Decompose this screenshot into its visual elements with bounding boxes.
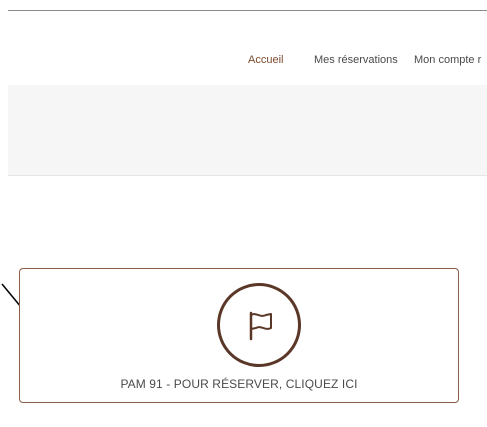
card-label: PAM 91 - POUR RÉSERVER, CLIQUEZ ICI [120, 377, 358, 391]
reservation-card[interactable]: PAM 91 - POUR RÉSERVER, CLIQUEZ ICI [19, 268, 459, 403]
top-divider [8, 10, 487, 11]
main-nav: Accueil Mes réservations Mon compte r [8, 36, 487, 87]
header-bar: Accueil Mes réservations Mon compte r [8, 36, 487, 87]
flag-icon-circle [217, 283, 301, 367]
flag-icon [249, 311, 272, 341]
nav-item-accueil[interactable]: Accueil [239, 54, 293, 87]
section-divider [8, 175, 487, 176]
hero-band [8, 85, 487, 175]
nav-item-mon-compte[interactable]: Mon compte r [414, 54, 481, 66]
nav-item-mes-reservations[interactable]: Mes réservations [314, 54, 398, 66]
